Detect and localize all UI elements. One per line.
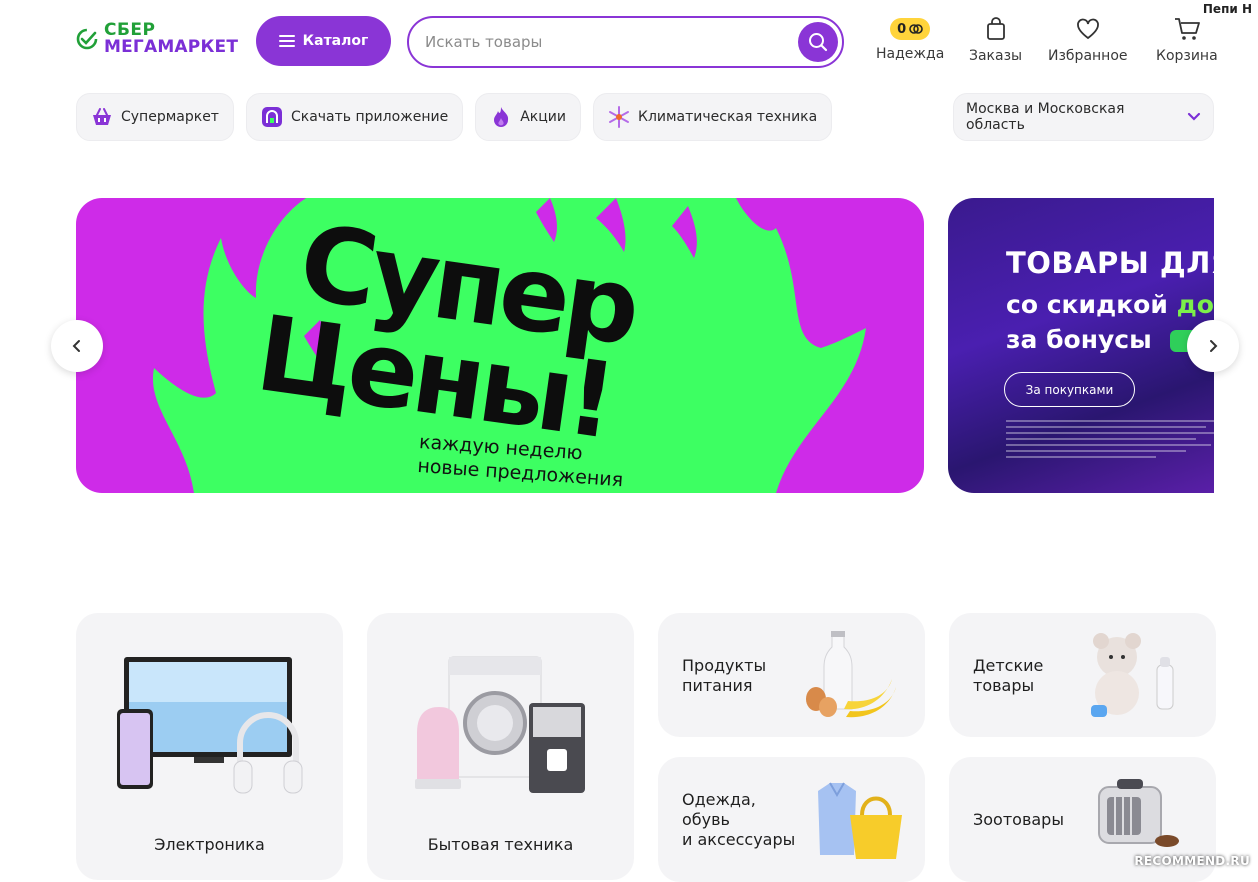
- category-appliances[interactable]: Бытовая техника: [367, 613, 634, 880]
- category-kids[interactable]: Детские товары: [949, 613, 1216, 737]
- promo-banner-super-prices[interactable]: Супер Цены! каждую неделю новые предложе…: [76, 198, 924, 493]
- chip-supermarket-label: Супермаркет: [121, 109, 219, 125]
- bonus-coin-icon: [909, 24, 923, 34]
- chip-app[interactable]: Скачать приложение: [245, 93, 464, 141]
- category-kids-label: Детские товары: [973, 656, 1044, 695]
- profile-label: Надежда: [876, 46, 945, 62]
- category-clothes[interactable]: Одежда, обувь и аксессуары: [658, 757, 925, 882]
- category-food-label: Продукты питания: [682, 656, 767, 695]
- chevron-left-icon: [72, 340, 80, 352]
- category-pets-label: Зоотовары: [973, 810, 1064, 829]
- chevron-right-icon: [1210, 340, 1218, 352]
- clothes-image: [818, 782, 902, 859]
- electronics-image: [117, 657, 303, 794]
- flame-icon: [490, 106, 512, 128]
- banner2-line3: за бонусы: [1006, 325, 1211, 354]
- category-appliances-label: Бытовая техника: [427, 835, 574, 854]
- watermark: RECOMMEND.RU: [1134, 854, 1250, 868]
- food-image: [806, 631, 896, 718]
- search-button[interactable]: [798, 22, 838, 62]
- chip-supermarket[interactable]: Супермаркет: [76, 93, 234, 141]
- banner2-line3-text: за бонусы: [1006, 325, 1152, 354]
- chip-promo-label: Акции: [520, 109, 566, 125]
- region-selector[interactable]: Москва и Московская область: [953, 93, 1214, 141]
- sber-logo-icon: [76, 28, 98, 50]
- snowflake-icon: [608, 106, 630, 128]
- promo-banner-bonus[interactable]: ТОВАРЫ ДЛЯ со скидкой до 9 за бонусы За …: [948, 198, 1214, 493]
- heart-icon: [1076, 18, 1099, 40]
- chip-app-label: Скачать приложение: [290, 109, 449, 125]
- carousel-next-button[interactable]: [1187, 320, 1239, 372]
- shopping-bag-icon: [986, 17, 1005, 40]
- kids-image: [1091, 633, 1174, 717]
- chip-promo[interactable]: Акции: [475, 93, 581, 141]
- category-food[interactable]: Продукты питания: [658, 613, 925, 737]
- banner2-line2-accent: до 9: [1176, 290, 1214, 319]
- bonus-badge: 0: [890, 18, 931, 40]
- quick-links: Супермаркет Скачать приложение Акции Кли…: [76, 93, 833, 141]
- banner2-line2-text: со скидкой: [1006, 290, 1168, 319]
- logo-text-bottom: МЕГАМАРКЕТ: [104, 37, 239, 57]
- banner2-fine-print: [1006, 420, 1214, 476]
- catalog-label: Каталог: [302, 33, 369, 49]
- bonus-count: 0: [897, 21, 907, 37]
- region-label: Москва и Московская область: [966, 101, 1125, 133]
- favorites-label: Избранное: [1048, 48, 1128, 64]
- category-electronics-label: Электроника: [154, 835, 265, 854]
- pets-image: [1098, 779, 1179, 847]
- banner2-line2: со скидкой до 9: [1006, 290, 1214, 319]
- cart-button[interactable]: Корзина: [1156, 16, 1218, 64]
- menu-icon: [278, 35, 295, 47]
- cart-label: Корзина: [1156, 48, 1218, 64]
- profile-button[interactable]: 0 Надежда: [876, 16, 944, 62]
- appliances-image: [415, 656, 585, 793]
- category-clothes-label: Одежда, обувь и аксессуары: [682, 790, 796, 849]
- category-electronics[interactable]: Электроника: [76, 613, 343, 880]
- basket-icon: [91, 106, 113, 128]
- banner2-title: ТОВАРЫ ДЛЯ: [1006, 246, 1214, 280]
- banner-title: Супер Цены!: [250, 201, 643, 462]
- banner2-shop-button[interactable]: За покупками: [1004, 372, 1135, 407]
- search-icon: [809, 33, 828, 52]
- favorites-button[interactable]: Избранное: [1048, 16, 1128, 64]
- search-box: [407, 16, 844, 68]
- chip-climate-label: Климатическая техника: [638, 109, 818, 125]
- header: СБЕР МЕГАМАРКЕТ Каталог 0 Надежда: [76, 14, 1218, 74]
- logo[interactable]: СБЕР МЕГАМАРКЕТ: [76, 22, 238, 56]
- app-icon: [261, 106, 283, 128]
- chip-climate[interactable]: Климатическая техника: [593, 93, 833, 141]
- chevron-down-icon: [1187, 112, 1201, 121]
- catalog-button[interactable]: Каталог: [256, 16, 391, 66]
- cart-icon: [1174, 18, 1200, 40]
- carousel-prev-button[interactable]: [51, 320, 103, 372]
- search-input[interactable]: [425, 33, 842, 51]
- orders-label: Заказы: [969, 48, 1023, 64]
- orders-button[interactable]: Заказы: [969, 16, 1022, 64]
